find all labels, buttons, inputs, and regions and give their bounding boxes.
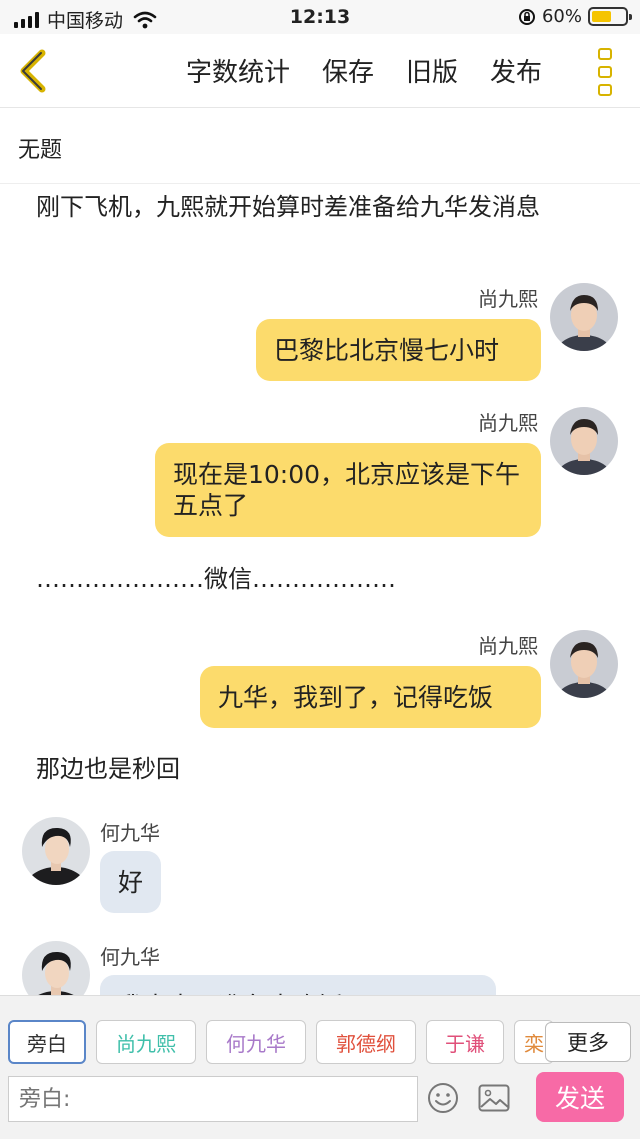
story-title: 无题 bbox=[18, 138, 63, 163]
avatar-he-jiuhua[interactable] bbox=[22, 817, 90, 885]
narration-text: 刚下飞机，九熙就开始算时差准备给九华发消息 bbox=[36, 193, 540, 221]
chat-area[interactable]: 刚下飞机，九熙就开始算时差准备给九华发消息 尚九熙 巴黎比北京慢七小时 尚九熙 … bbox=[0, 185, 640, 995]
composer: 旁白 尚九熙 何九华 郭德纲 于谦 栾 更多 发送 bbox=[0, 995, 640, 1139]
story-title-row[interactable]: 无题 bbox=[0, 108, 640, 184]
avatar-he-jiuhua[interactable] bbox=[22, 941, 90, 995]
narration-text: …………………微信……………… bbox=[36, 565, 396, 593]
old-version-button[interactable]: 旧版 bbox=[406, 52, 458, 89]
sender-name: 尚九熙 bbox=[478, 634, 538, 658]
character-chip-yu-qian[interactable]: 于谦 bbox=[426, 1020, 504, 1064]
narration-text: 那边也是秒回 bbox=[36, 755, 180, 783]
save-button[interactable]: 保存 bbox=[322, 52, 374, 89]
nav-actions: 字数统计 保存 旧版 发布 bbox=[186, 52, 574, 89]
sender-name: 尚九熙 bbox=[478, 287, 538, 311]
emoji-icon[interactable] bbox=[427, 1082, 459, 1114]
back-chevron-icon[interactable] bbox=[14, 48, 54, 94]
message-bubble: 现在是10:00，北京应该是下午五点了 bbox=[155, 443, 541, 537]
character-chip-guo-degang[interactable]: 郭德纲 bbox=[316, 1020, 416, 1064]
message-bubble: 好 bbox=[100, 851, 161, 913]
message-bubble: 我本来正准备去吃饭 bbox=[100, 975, 496, 995]
nav-bar: 字数统计 保存 旧版 发布 bbox=[0, 34, 640, 108]
character-chip-he-jiuhua[interactable]: 何九华 bbox=[206, 1020, 306, 1064]
rotation-lock-icon bbox=[518, 8, 535, 25]
send-button[interactable]: 发送 bbox=[536, 1072, 624, 1122]
message-bubble: 九华，我到了，记得吃饭 bbox=[200, 666, 541, 728]
character-chip-shang-jiuxi[interactable]: 尚九熙 bbox=[96, 1020, 196, 1064]
message-bubble: 巴黎比北京慢七小时 bbox=[256, 319, 541, 381]
message-input[interactable] bbox=[8, 1076, 418, 1122]
avatar-shang-jiuxi[interactable] bbox=[550, 630, 618, 698]
status-bar: 中国移动 12:13 60% bbox=[0, 0, 640, 34]
publish-button[interactable]: 发布 bbox=[490, 52, 542, 89]
sender-name: 尚九熙 bbox=[478, 411, 538, 435]
battery-percent: 60% bbox=[541, 6, 582, 27]
avatar-shang-jiuxi[interactable] bbox=[550, 407, 618, 475]
more-characters-button[interactable]: 更多 bbox=[545, 1022, 631, 1062]
sender-name: 何九华 bbox=[100, 945, 160, 969]
character-chip-narrator[interactable]: 旁白 bbox=[8, 1020, 86, 1064]
avatar-shang-jiuxi[interactable] bbox=[550, 283, 618, 351]
image-icon[interactable] bbox=[478, 1084, 510, 1112]
battery-icon bbox=[588, 7, 632, 26]
more-options-icon[interactable] bbox=[598, 48, 614, 96]
word-count-button[interactable]: 字数统计 bbox=[186, 52, 290, 89]
character-selector: 旁白 尚九熙 何九华 郭德纲 于谦 栾 bbox=[8, 1020, 554, 1064]
sender-name: 何九华 bbox=[100, 821, 160, 845]
